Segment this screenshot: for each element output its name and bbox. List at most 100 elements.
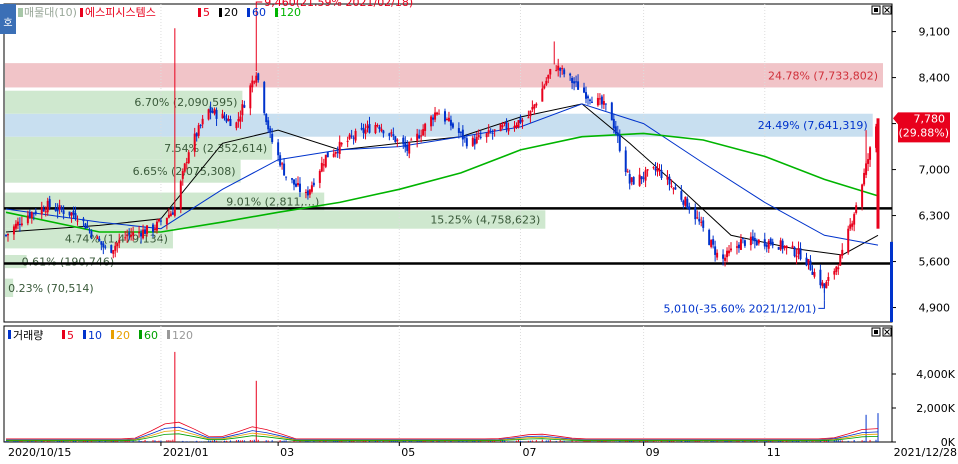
- profile-label: 24.78% (7,733,802): [768, 69, 878, 82]
- candle-body: [271, 133, 274, 143]
- candle-body: [193, 133, 196, 152]
- candle-body: [34, 211, 37, 214]
- candle-body: [449, 119, 452, 126]
- legend-ma-marker: [198, 8, 201, 17]
- volume-tick-label: 4,000K: [916, 368, 955, 381]
- candle-body: [378, 126, 381, 130]
- candle-body: [5, 234, 7, 236]
- candle-body: [6, 233, 9, 236]
- candle-body: [436, 112, 439, 115]
- candle-body: [295, 183, 298, 187]
- candle-body: [475, 136, 478, 144]
- candle-body: [451, 123, 454, 128]
- candle-body: [424, 123, 427, 131]
- last-candle: [876, 118, 880, 229]
- candle-body: [811, 271, 814, 275]
- candle-body: [291, 178, 294, 180]
- annotation-label: 5,010(-35.60% 2021/12/01): [663, 302, 816, 315]
- candle-body: [712, 239, 715, 245]
- candle-body: [867, 159, 870, 164]
- candle-body: [493, 129, 496, 131]
- candle-body: [541, 88, 544, 102]
- candle-body: [416, 133, 419, 141]
- candle-body: [360, 128, 363, 130]
- candle-body: [575, 81, 578, 83]
- candle-body: [517, 120, 520, 127]
- candle-body: [751, 236, 754, 241]
- candle-body: [708, 229, 711, 245]
- candle-body: [805, 257, 808, 266]
- candle-body: [195, 133, 198, 137]
- candle-body: [793, 247, 796, 257]
- candle-body: [837, 267, 840, 270]
- candle-body: [334, 151, 337, 154]
- profile-label: 0.23% (70,514): [8, 282, 94, 295]
- candle-body: [543, 85, 546, 89]
- candle-body: [515, 125, 518, 128]
- candle-body: [201, 118, 204, 125]
- candle-body: [402, 137, 405, 145]
- candle-body: [155, 221, 158, 231]
- candle-body: [638, 174, 641, 186]
- candle-body: [547, 75, 550, 79]
- candle-body: [783, 245, 786, 249]
- candle-body: [98, 238, 101, 241]
- legend-volume-name: 거래량: [13, 329, 43, 342]
- candle-body: [670, 185, 673, 187]
- candle-body: [656, 168, 659, 172]
- candle-body: [533, 104, 536, 109]
- candle-body: [44, 211, 47, 213]
- candle-body: [716, 252, 719, 258]
- candle-body: [714, 246, 717, 255]
- candle-body: [72, 210, 75, 215]
- candle-body: [404, 142, 407, 148]
- candle-body: [279, 155, 282, 166]
- candle-body: [588, 99, 591, 101]
- legend-vol-ma-label: 5: [67, 329, 74, 342]
- candle-body: [749, 236, 752, 246]
- legend-marker-stock: [80, 8, 83, 17]
- candle-body: [781, 240, 784, 249]
- candle-body: [392, 134, 395, 137]
- candle-body: [410, 139, 413, 141]
- candle-body: [324, 154, 327, 167]
- candle-body: [624, 150, 627, 172]
- candle-body: [70, 212, 73, 216]
- candle-body: [735, 246, 738, 248]
- candle-body: [322, 164, 325, 166]
- candle-body: [791, 245, 794, 248]
- candle-body: [253, 81, 256, 83]
- candle-body: [465, 138, 468, 147]
- candle-body: [140, 232, 143, 237]
- candle-body: [569, 73, 572, 76]
- profile-label: 7.54% (2,352,614): [164, 142, 267, 155]
- candle-body: [62, 210, 65, 214]
- candle-body: [277, 142, 280, 156]
- candle-body: [501, 125, 504, 127]
- price-tick-label: 9,100: [919, 26, 951, 39]
- candle-body: [473, 138, 476, 145]
- candle-body: [710, 240, 713, 247]
- candle-body: [306, 190, 309, 196]
- candle-body: [438, 113, 441, 115]
- candle-body: [18, 224, 21, 226]
- candle-body: [350, 135, 353, 137]
- candle-body: [281, 163, 284, 165]
- candle-body: [157, 219, 160, 222]
- candle-body: [461, 129, 464, 140]
- candle-body: [739, 239, 742, 250]
- candle-body: [118, 240, 121, 244]
- candle-body: [807, 259, 810, 264]
- candle-body: [851, 223, 854, 227]
- candle-body: [102, 243, 105, 248]
- profile-label: 24.49% (7,641,319): [758, 119, 868, 132]
- legend-ma-marker: [275, 8, 278, 17]
- maximize-icon-2-fill: [874, 330, 878, 334]
- candle-body: [471, 137, 474, 146]
- candle-body: [104, 246, 107, 248]
- candle-body: [644, 170, 647, 181]
- candle-body: [513, 125, 516, 128]
- candle-body: [855, 205, 858, 213]
- legend-vol-ma-marker: [62, 330, 65, 339]
- candle-body: [660, 170, 663, 179]
